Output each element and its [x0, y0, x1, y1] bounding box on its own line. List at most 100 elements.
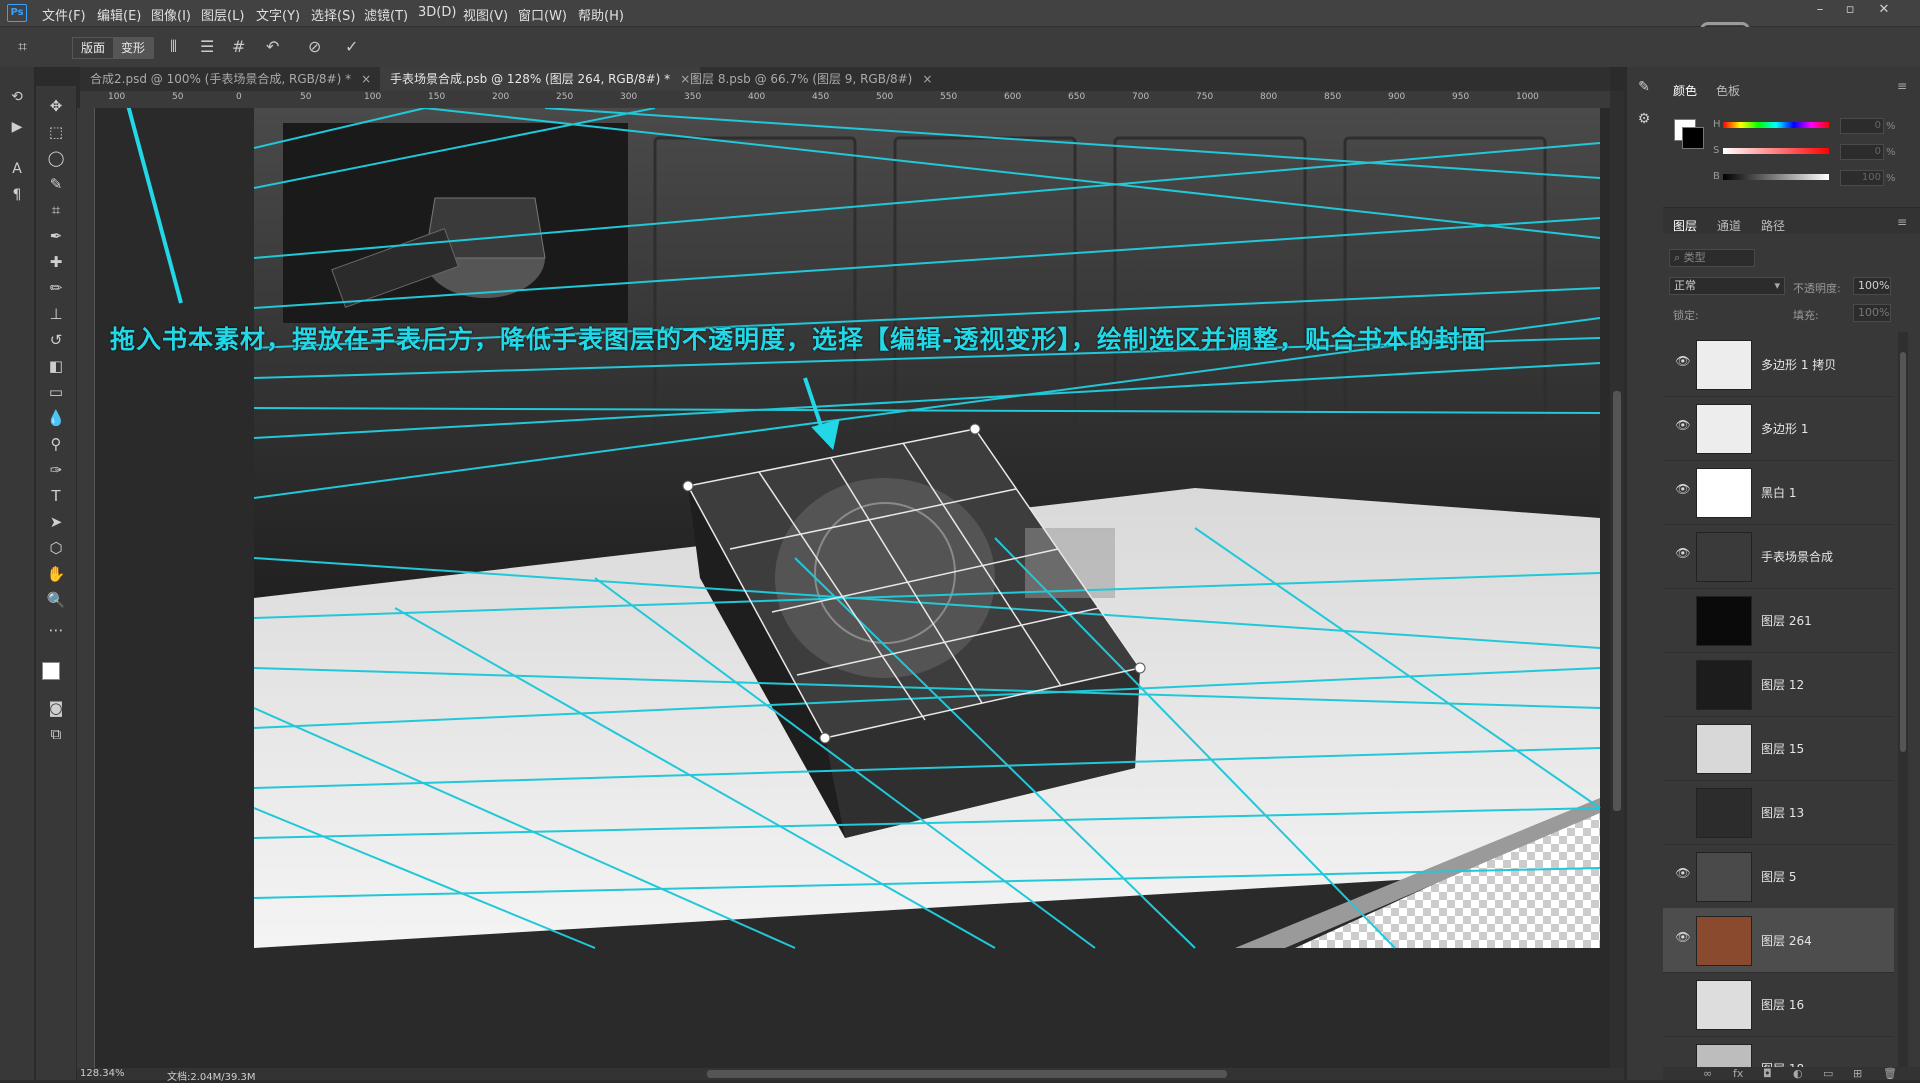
- zoom-level[interactable]: 128.34%: [80, 1068, 125, 1079]
- adjustments-icon[interactable]: ⚙: [1635, 111, 1653, 129]
- layout-mode-tab[interactable]: 版面: [73, 38, 113, 58]
- tab-layers[interactable]: 图层: [1673, 217, 1697, 234]
- visibility-eye-icon[interactable]: 👁: [1675, 418, 1691, 432]
- brush-settings-icon[interactable]: ✎: [1635, 79, 1653, 97]
- crop-tool-icon[interactable]: ⌗: [46, 200, 66, 220]
- menu-3d[interactable]: 3D(D): [418, 5, 456, 20]
- brush-tool-icon[interactable]: ✏: [46, 278, 66, 298]
- layers-scrollbar[interactable]: [1898, 332, 1908, 1072]
- layer-row[interactable]: 👁 图层 264: [1663, 908, 1894, 973]
- tab-swatches[interactable]: 色板: [1716, 82, 1740, 99]
- layer-row[interactable]: 图层 13: [1663, 780, 1894, 845]
- menu-filter[interactable]: 滤镜(T): [364, 5, 408, 24]
- shape-tool-icon[interactable]: ⬡: [46, 538, 66, 558]
- menu-image[interactable]: 图像(I): [151, 5, 191, 24]
- document-tab[interactable]: 合成2.psd @ 100% (手表场景合成, RGB/8#) * ×: [80, 67, 381, 91]
- layer-row[interactable]: 👁 多边形 1: [1663, 396, 1894, 461]
- menu-window[interactable]: 窗口(W): [518, 5, 567, 24]
- blur-tool-icon[interactable]: 💧: [46, 408, 66, 428]
- opacity-input[interactable]: 100%: [1853, 277, 1891, 295]
- horizontal-scrollbar-thumb[interactable]: [707, 1070, 1227, 1078]
- menu-help[interactable]: 帮助(H): [578, 5, 624, 24]
- dodge-tool-icon[interactable]: ⚲: [46, 434, 66, 454]
- document-tab[interactable]: 图层 8.psb @ 66.7% (图层 9, RGB/8#) ×: [680, 67, 942, 91]
- visibility-eye-icon[interactable]: [1675, 994, 1691, 1008]
- hue-value[interactable]: 0: [1840, 118, 1884, 134]
- adjustment-layer-icon[interactable]: ◐: [1793, 1067, 1803, 1080]
- auto-straighten-icon[interactable]: #: [232, 37, 245, 56]
- layer-row[interactable]: 👁 黑白 1: [1663, 460, 1894, 525]
- menu-select[interactable]: 选择(S): [311, 5, 355, 24]
- tab-channels[interactable]: 通道: [1717, 217, 1741, 234]
- perspective-warp-tool-icon[interactable]: ⌗: [18, 37, 27, 57]
- saturation-slider[interactable]: [1723, 148, 1829, 154]
- menu-file[interactable]: 文件(F): [42, 5, 86, 24]
- gradient-tool-icon[interactable]: ▭: [46, 382, 66, 402]
- visibility-eye-icon[interactable]: 👁: [1675, 354, 1691, 368]
- more-tools-icon[interactable]: ⋯: [46, 620, 66, 640]
- vertical-straighten-icon[interactable]: ⦀: [170, 37, 177, 57]
- bg-color-swatch[interactable]: [1682, 127, 1704, 149]
- history-brush-tool-icon[interactable]: ↺: [46, 330, 66, 350]
- eyedropper-tool-icon[interactable]: ✒: [46, 226, 66, 246]
- foreground-color-swatch[interactable]: [42, 662, 60, 680]
- brightness-value[interactable]: 100: [1840, 170, 1884, 186]
- canvas-workspace[interactable]: [95, 108, 1610, 1068]
- character-icon[interactable]: A: [8, 161, 26, 179]
- healing-tool-icon[interactable]: ✚: [46, 252, 66, 272]
- hue-slider[interactable]: [1723, 122, 1829, 128]
- blend-mode-select[interactable]: 正常 ▾: [1669, 277, 1785, 295]
- close-tab-icon[interactable]: ×: [361, 72, 371, 86]
- brightness-slider[interactable]: [1723, 174, 1829, 180]
- visibility-eye-icon[interactable]: 👁: [1675, 546, 1691, 560]
- layer-row[interactable]: 👁 多边形 1 拷贝: [1663, 332, 1894, 397]
- fill-input[interactable]: 100%: [1853, 304, 1891, 322]
- menu-type[interactable]: 文字(Y): [256, 5, 300, 24]
- vertical-scrollbar[interactable]: [1610, 91, 1624, 1068]
- screen-mode-icon[interactable]: ⧉: [46, 724, 66, 744]
- quick-mask-icon[interactable]: ◙: [46, 698, 66, 718]
- document-canvas[interactable]: [95, 108, 1610, 1068]
- new-group-icon[interactable]: ▭: [1823, 1067, 1833, 1080]
- marquee-tool-icon[interactable]: ⬚: [46, 122, 66, 142]
- visibility-eye-icon[interactable]: [1675, 738, 1691, 752]
- tab-color[interactable]: 颜色: [1673, 82, 1697, 99]
- add-mask-icon[interactable]: ◘: [1763, 1067, 1772, 1080]
- visibility-eye-icon[interactable]: [1675, 610, 1691, 624]
- zoom-tool-icon[interactable]: 🔍: [46, 590, 66, 610]
- visibility-eye-icon[interactable]: 👁: [1675, 866, 1691, 880]
- layer-row[interactable]: 图层 15: [1663, 716, 1894, 781]
- layer-row[interactable]: 👁 图层 5: [1663, 844, 1894, 909]
- undo-icon[interactable]: ↶: [266, 37, 279, 56]
- paragraph-icon[interactable]: ¶: [8, 187, 26, 205]
- new-layer-icon[interactable]: ⊞: [1853, 1067, 1862, 1080]
- cancel-transform-icon[interactable]: ⊘: [308, 37, 321, 56]
- visibility-eye-icon[interactable]: 👁: [1675, 930, 1691, 944]
- menu-layer[interactable]: 图层(L): [201, 5, 244, 24]
- move-tool-icon[interactable]: ✥: [46, 96, 66, 116]
- menu-edit[interactable]: 编辑(E): [97, 5, 141, 24]
- type-tool-icon[interactable]: T: [46, 486, 66, 506]
- layer-filter-input[interactable]: ⌕ 类型: [1669, 249, 1755, 267]
- document-tab-active[interactable]: 手表场景合成.psb @ 128% (图层 264, RGB/8#) * ×: [380, 67, 701, 91]
- layer-row[interactable]: 图层 261: [1663, 588, 1894, 653]
- eraser-tool-icon[interactable]: ◧: [46, 356, 66, 376]
- scrollbar-thumb[interactable]: [1613, 391, 1621, 811]
- pen-tool-icon[interactable]: ✑: [46, 460, 66, 480]
- link-layers-icon[interactable]: ∞: [1703, 1067, 1712, 1080]
- layer-row[interactable]: 图层 16: [1663, 972, 1894, 1037]
- layer-row[interactable]: 图层 12: [1663, 652, 1894, 717]
- warp-mode-tab[interactable]: 变形: [113, 38, 154, 58]
- actions-play-icon[interactable]: ▶: [8, 119, 26, 137]
- menu-view[interactable]: 视图(V): [463, 5, 508, 24]
- path-select-tool-icon[interactable]: ➤: [46, 512, 66, 532]
- stamp-tool-icon[interactable]: ⊥: [46, 304, 66, 324]
- quick-select-tool-icon[interactable]: ✎: [46, 174, 66, 194]
- layers-menu-icon[interactable]: ≡: [1897, 215, 1907, 229]
- history-icon[interactable]: ⟲: [8, 89, 26, 107]
- panel-menu-icon[interactable]: ≡: [1897, 79, 1907, 93]
- hand-tool-icon[interactable]: ✋: [46, 564, 66, 584]
- layer-row[interactable]: 👁 手表场景合成: [1663, 524, 1894, 589]
- horizontal-straighten-icon[interactable]: ☰: [200, 37, 214, 56]
- delete-layer-icon[interactable]: 🗑: [1883, 1067, 1897, 1080]
